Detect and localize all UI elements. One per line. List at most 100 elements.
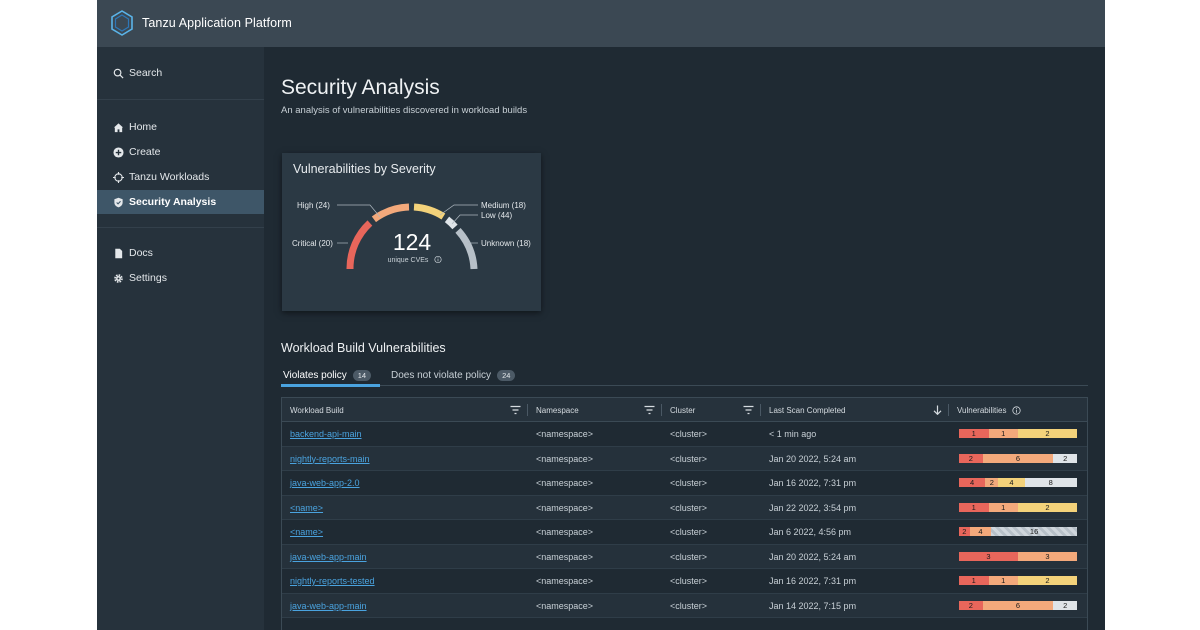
sort-descending-icon[interactable] [932, 405, 943, 415]
vulnerability-bar[interactable]: 112 [959, 502, 1077, 512]
cluster-cell: <cluster> [670, 502, 708, 513]
severity-card: Vulnerabilities by Severity High (24) Cr… [282, 153, 541, 311]
table-row[interactable]: java-web-app-main <namespace> <cluster> Jan… [282, 544, 1087, 569]
cluster-cell: <cluster> [670, 478, 708, 488]
last-scan-cell: Jan 16 2022, 7:31 pm [769, 478, 857, 488]
last-scan-cell: Jan 16 2022, 7:31 pm [769, 576, 857, 586]
workload-build-link[interactable]: java-web-app-main [290, 545, 367, 569]
main-content: Security Analysis An analysis of vulnera… [264, 47, 1105, 630]
gauge-segment-high [371, 203, 410, 223]
vulnerability-bar[interactable]: 33 [959, 551, 1077, 561]
filter-icon[interactable] [743, 405, 754, 415]
vulnerability-bar[interactable]: 4248 [959, 478, 1077, 487]
info-icon[interactable] [434, 255, 442, 264]
vulnerability-segment-crit: 2 [959, 600, 983, 610]
tab-count-badge: 24 [497, 370, 516, 381]
column-label: Last Scan Completed [769, 405, 846, 415]
plus-circle-icon [113, 146, 124, 158]
label-low: Low (44) [481, 211, 512, 220]
sidebar-item-home[interactable]: Home [97, 115, 264, 139]
cluster-cell: <cluster> [670, 551, 708, 562]
vulnerability-bar[interactable]: 112 [959, 429, 1077, 438]
vulnerability-segment-crit: 1 [959, 576, 989, 585]
cluster-cell: <cluster> [670, 453, 708, 464]
namespace-cell: <namespace> [536, 600, 594, 611]
workload-build-link[interactable]: java-web-app-2.0 [290, 471, 360, 495]
vulnerability-segment-high: 4 [969, 527, 992, 536]
vulnerability-segment-med: 2 [1018, 502, 1077, 512]
vulnerability-segment-med: 4 [998, 478, 1025, 487]
namespace-cell: <namespace> [536, 527, 594, 537]
tab-does-not-violate-policy[interactable]: Does not violate policy 24 [391, 365, 516, 386]
tab-label: Does not violate policy [391, 370, 492, 381]
total-cve-count: 124 [393, 229, 432, 255]
vulnerability-segment-low: 2 [1053, 600, 1077, 610]
namespace-cell: <namespace> [536, 453, 594, 464]
info-icon[interactable] [1011, 405, 1021, 415]
vulnerability-segment-low: 8 [1024, 478, 1077, 487]
workload-build-link[interactable]: nightly-reports-main [290, 447, 370, 471]
workload-build-link[interactable]: <name> [290, 520, 323, 544]
document-icon [115, 248, 123, 258]
table-row[interactable]: backend-api-main <namespace> <cluster> < 1 … [282, 422, 1087, 447]
column-header-namespace[interactable]: Namespace [536, 398, 579, 422]
last-scan-cell: Jan 20 2022, 5:24 am [769, 453, 857, 464]
vulnerability-bar[interactable]: 2 4 16 [959, 527, 1077, 536]
sidebar-item-label: Security Analysis [129, 196, 217, 208]
sidebar-item-label: Create [129, 146, 161, 158]
sidebar-search[interactable]: Search [97, 57, 264, 89]
column-header-cluster[interactable]: Cluster [670, 398, 695, 422]
label-critical: Critical (20) [292, 239, 333, 248]
table-row[interactable]: java-web-app-main <namespace> <cluster> Jan… [282, 593, 1087, 618]
filter-icon[interactable] [644, 405, 655, 415]
workload-build-link[interactable]: backend-api-main [290, 422, 362, 446]
vulnerability-segment-high: 2 [985, 478, 999, 487]
column-header-workload-build[interactable]: Workload Build [290, 398, 344, 422]
sidebar-item-settings[interactable]: Settings [97, 266, 264, 290]
vulnerability-bar[interactable]: 262 [959, 600, 1077, 610]
vulnerability-segment-crit: 3 [959, 551, 1018, 561]
namespace-cell: <namespace> [536, 551, 594, 562]
cluster-cell: <cluster> [670, 527, 708, 537]
vulnerability-segment-high: 6 [982, 453, 1054, 463]
workload-build-link[interactable]: <name> [290, 496, 323, 520]
table-row[interactable]: java-web-app-2.0 <namespace> <cluster> Jan … [282, 471, 1087, 496]
filter-icon[interactable] [510, 405, 521, 415]
severity-gauge: High (24) Critical (20) Medium (18) Low … [292, 201, 531, 270]
table-row[interactable]: nightly-reports-tested <namespace> <cluste… [282, 569, 1087, 594]
sidebar-divider [97, 99, 264, 100]
page-title: Security Analysis [281, 76, 440, 99]
table-row[interactable]: nightly-reports-main <namespace> <cluster>… [282, 446, 1087, 471]
gauge-segment-low [444, 216, 458, 230]
sidebar-item-security-analysis[interactable]: Security Analysis [97, 190, 264, 214]
gauge-segment-critical [346, 220, 373, 270]
vulnerability-segment-high: 1 [988, 576, 1018, 585]
vulnerability-bar[interactable]: 112 [959, 576, 1077, 585]
column-header-vulnerabilities[interactable]: Vulnerabilities [957, 398, 1021, 422]
vulnerability-segment-crit: 2 [959, 453, 983, 463]
leader-line-medium [439, 204, 478, 216]
vulnerabilities-table: Workload Build Namespace Cluster Last Sc… [281, 397, 1088, 630]
table-row[interactable]: <name> <namespace> <cluster> Jan 22 2022, 3… [282, 495, 1087, 520]
last-scan-cell: Jan 6 2022, 4:56 pm [769, 527, 852, 537]
namespace-cell: <namespace> [536, 502, 594, 513]
sidebar-item-tanzu-workloads[interactable]: Tanzu Workloads [97, 165, 264, 189]
column-label: Cluster [670, 405, 696, 415]
leader-line-high [337, 204, 381, 218]
search-label: Search [129, 67, 163, 79]
home-icon [113, 122, 124, 132]
tab-count-badge: 14 [352, 370, 372, 381]
table-row[interactable]: <name> <namespace> <cluster> Jan 6 2022, 4:… [282, 520, 1087, 545]
last-scan-cell: Jan 22 2022, 3:54 pm [769, 502, 857, 513]
sidebar-item-create[interactable]: Create [97, 140, 264, 164]
active-tab-indicator [281, 384, 380, 387]
app-window: Tanzu Application Platform Search Home C… [97, 0, 1105, 630]
app-title: Tanzu Application Platform [142, 16, 292, 30]
sidebar-item-docs[interactable]: Docs [97, 241, 264, 265]
vulnerability-bar[interactable]: 262 [959, 453, 1077, 463]
workload-build-link[interactable]: java-web-app-main [290, 594, 367, 618]
tab-violates-policy[interactable]: Violates policy 14 [283, 365, 372, 386]
last-scan-cell: Jan 14 2022, 7:15 pm [769, 600, 857, 611]
workload-build-link[interactable]: nightly-reports-tested [290, 569, 375, 593]
column-header-last-scan-completed[interactable]: Last Scan Completed [769, 398, 846, 422]
